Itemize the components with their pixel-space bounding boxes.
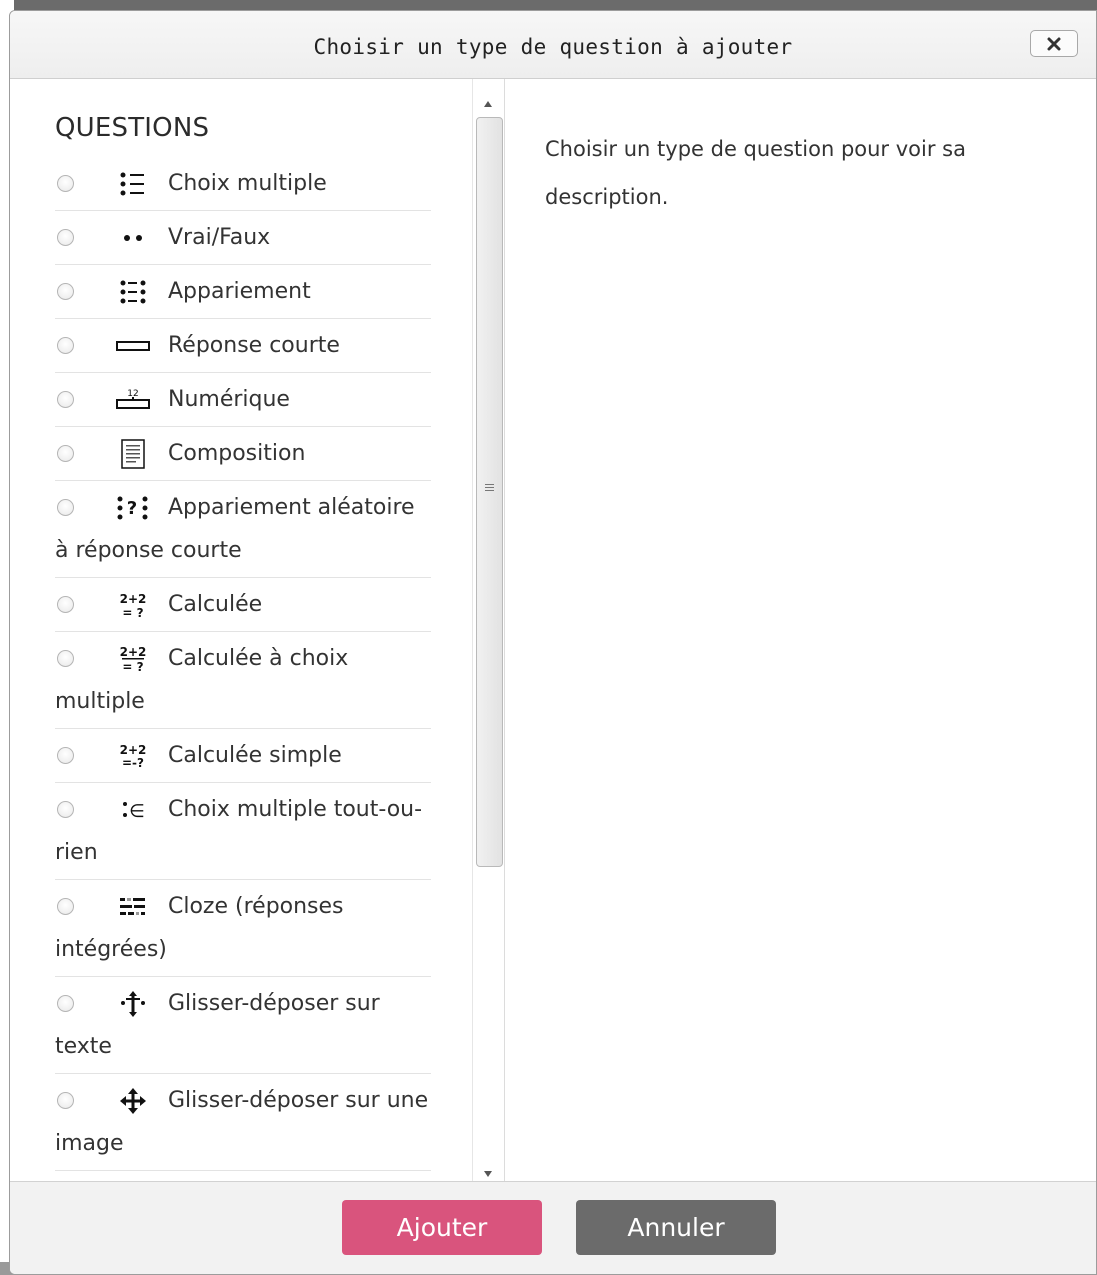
option-row[interactable]: Cloze (réponses intégrées) [55, 880, 431, 977]
option-label: Numérique [168, 387, 290, 412]
svg-text:2+2: 2+2 [120, 592, 147, 606]
svg-text:=-?: =-? [122, 756, 144, 770]
svg-text:?: ? [127, 498, 137, 519]
option-label-continued: à réponse courte [55, 538, 242, 563]
option-row[interactable]: Glisser-déposer sur texte [55, 977, 431, 1074]
svg-text:2+2: 2+2 [120, 743, 147, 757]
section-heading: QUESTIONS [55, 113, 210, 143]
scroll-down-arrow-icon[interactable] [483, 1163, 493, 1182]
truefalse-icon [115, 223, 151, 253]
option-label: Réponse courte [168, 333, 340, 358]
option-row[interactable]: Composition [55, 427, 431, 481]
close-button[interactable] [1030, 30, 1078, 57]
calculatedsimple-icon: 2+2 =-? [115, 741, 151, 771]
ddwtos-icon [115, 989, 151, 1019]
option-label: Choix multiple tout-ou- [168, 797, 423, 822]
radio-button[interactable] [57, 391, 74, 408]
svg-text:= ?: = ? [122, 660, 143, 674]
radio-button[interactable] [57, 596, 74, 613]
radio-button[interactable] [57, 801, 74, 818]
essay-icon [115, 439, 151, 469]
option-label: Choix multiple [168, 171, 327, 196]
option-list: Choix multiple Vrai/Faux Appariement Rép… [55, 157, 431, 1171]
option-label-continued: image [55, 1131, 124, 1156]
question-types-list: QUESTIONS Choix multiple Vrai/Faux Appar… [10, 79, 472, 1181]
option-row[interactable]: Glisser-déposer sur une image [55, 1074, 431, 1171]
option-label: Calculée simple [168, 743, 342, 768]
option-row[interactable]: ? Appariement aléatoire à réponse courte [55, 481, 431, 578]
svg-text:= ?: = ? [122, 606, 143, 620]
option-label-continued: rien [55, 840, 98, 865]
option-label-continued: multiple [55, 689, 145, 714]
option-label: Calculée à choix [168, 646, 349, 671]
match-icon [115, 277, 151, 307]
dialog-header: Choisir un type de question à ajouter [10, 11, 1096, 79]
option-label: Vrai/Faux [168, 225, 271, 250]
svg-text:∈: ∈ [129, 801, 145, 822]
option-label-continued: intégrées) [55, 937, 167, 962]
option-label: Composition [168, 441, 306, 466]
option-label: Appariement aléatoire [168, 495, 415, 520]
radio-button[interactable] [57, 650, 74, 667]
cancel-button[interactable]: Annuler [576, 1200, 776, 1255]
option-row[interactable]: 12 Numérique [55, 373, 431, 427]
grip-icon [485, 484, 494, 493]
multichoiceset-icon: ∈ [115, 795, 151, 825]
radio-button[interactable] [57, 337, 74, 354]
svg-text:2+2: 2+2 [120, 645, 147, 659]
option-label-continued: texte [55, 1034, 112, 1059]
option-row[interactable]: Choix multiple [55, 157, 431, 211]
dialog-footer: Ajouter Annuler [10, 1181, 1096, 1274]
question-chooser-dialog: Choisir un type de question à ajouter QU… [9, 10, 1097, 1275]
options-scrollbar[interactable] [472, 79, 504, 1181]
option-row[interactable]: ∈ Choix multiple tout-ou- rien [55, 783, 431, 880]
radio-button[interactable] [57, 229, 74, 246]
radio-button[interactable] [57, 283, 74, 300]
radio-button[interactable] [57, 445, 74, 462]
option-row[interactable]: 2+2 = ? Calculée [55, 578, 431, 632]
radio-button[interactable] [57, 1092, 74, 1109]
numerical-icon: 12 [115, 385, 151, 415]
option-label: Glisser-déposer sur une [168, 1088, 429, 1113]
option-row[interactable]: Réponse courte [55, 319, 431, 373]
add-button[interactable]: Ajouter [342, 1200, 542, 1255]
option-row[interactable]: Vrai/Faux [55, 211, 431, 265]
close-x-icon [1047, 37, 1061, 50]
option-row[interactable]: 2+2 =-? Calculée simple [55, 729, 431, 783]
calculated-icon: 2+2 = ? [115, 590, 151, 620]
scroll-up-arrow-icon[interactable] [483, 93, 493, 112]
option-label: Glisser-déposer sur [168, 991, 380, 1016]
option-row[interactable]: Appariement [55, 265, 431, 319]
multichoice-icon [115, 169, 151, 199]
option-label: Cloze (réponses [168, 894, 344, 919]
ddimageortext-icon [115, 1086, 151, 1116]
description-text: Choisir un type de question pour voir sa… [545, 137, 966, 209]
radio-button[interactable] [57, 175, 74, 192]
calculatedmulti-icon: 2+2 = ? [115, 644, 151, 674]
option-row[interactable]: 2+2 = ? Calculée à choix multiple [55, 632, 431, 729]
radio-button[interactable] [57, 499, 74, 516]
shortanswer-icon [115, 331, 151, 361]
scrollbar-thumb[interactable] [476, 117, 503, 867]
radio-button[interactable] [57, 995, 74, 1012]
dialog-title: Choisir un type de question à ajouter [313, 35, 793, 59]
option-label: Calculée [168, 592, 263, 617]
multianswer-icon [115, 892, 151, 922]
description-panel: Choisir un type de question pour voir sa… [504, 79, 1096, 1181]
randomsamatch-icon: ? [115, 493, 151, 523]
radio-button[interactable] [57, 747, 74, 764]
option-label: Appariement [168, 279, 311, 304]
radio-button[interactable] [57, 898, 74, 915]
